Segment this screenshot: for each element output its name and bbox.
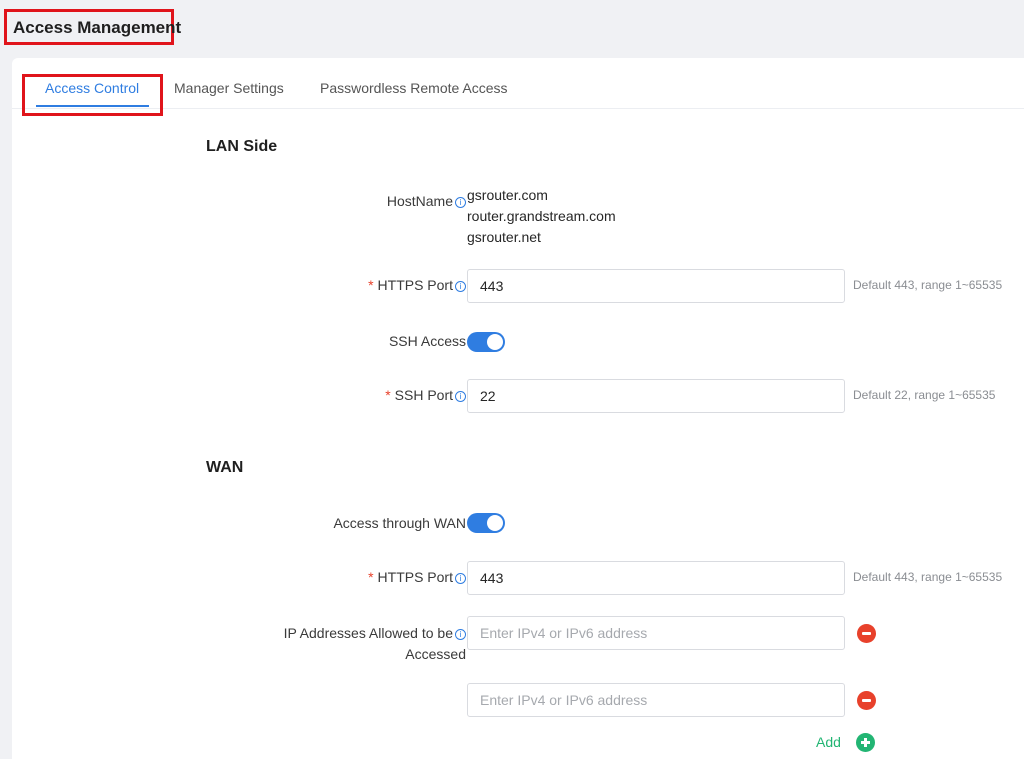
toggle-knob [487, 334, 503, 350]
wan-access-toggle[interactable] [467, 513, 505, 533]
ssh-port-input[interactable] [467, 379, 845, 413]
tab-access-control[interactable]: Access Control [45, 80, 139, 96]
hostname-value-2: router.grandstream.com [467, 208, 616, 224]
ip-allowed-label: IP Addresses Allowed to be i Accessed [226, 623, 466, 665]
lan-section-title: LAN Side [206, 138, 278, 155]
add-label: Add [816, 734, 841, 750]
toggle-knob [487, 515, 503, 531]
required-asterisk: * [368, 277, 374, 293]
minus-circle-icon[interactable] [857, 691, 876, 710]
tab-bar: Access Control Manager Settings Password… [12, 58, 1024, 116]
ip-address-input-2[interactable] [467, 683, 845, 717]
wan-https-port-input[interactable] [467, 561, 845, 595]
ssh-port-hint: Default 22, range 1~65535 [853, 388, 996, 402]
info-circle-icon[interactable]: i [455, 281, 466, 292]
page-title-text: Access Management [13, 18, 182, 37]
content-card: Access Control Manager Settings Password… [12, 58, 1024, 759]
lan-https-port-label: * HTTPS Port i [226, 275, 466, 296]
hostname-value-3: gsrouter.net [467, 229, 541, 245]
ip-allowed-label-line1: IP Addresses Allowed to be [283, 625, 453, 641]
page-title: Access Management [4, 9, 181, 45]
ssh-access-label: SSH Access [226, 331, 466, 352]
ssh-access-toggle[interactable] [467, 332, 505, 352]
required-asterisk: * [368, 569, 374, 585]
hostname-label: HostName i [226, 191, 466, 212]
lan-https-port-hint: Default 443, range 1~65535 [853, 278, 1003, 292]
lan-https-port-label-text: HTTPS Port [377, 277, 453, 293]
tab-manager-settings[interactable]: Manager Settings [174, 80, 284, 96]
tab-passwordless-remote-access[interactable]: Passwordless Remote Access [320, 80, 508, 96]
wan-access-label: Access through WAN [226, 513, 466, 534]
wan-https-port-label-text: HTTPS Port [377, 569, 453, 585]
info-circle-icon[interactable]: i [455, 629, 466, 640]
ssh-port-label: * SSH Port i [226, 385, 466, 406]
ip-allowed-label-line2: Accessed [405, 646, 466, 662]
wan-https-port-hint: Default 443, range 1~65535 [853, 570, 1003, 584]
ssh-access-label-text: SSH Access [388, 333, 466, 349]
wan-section-title: WAN [206, 459, 244, 476]
active-tab-indicator [36, 105, 149, 107]
required-asterisk: * [385, 387, 391, 403]
info-circle-icon[interactable]: i [455, 573, 466, 584]
ip-address-input-1[interactable] [467, 616, 845, 650]
plus-circle-icon [856, 733, 875, 752]
info-circle-icon[interactable]: i [455, 197, 466, 208]
ssh-port-label-text: SSH Port [394, 387, 453, 403]
minus-circle-icon[interactable] [857, 624, 876, 643]
wan-access-label-text: Access through WAN [333, 515, 466, 531]
hostname-label-text: HostName [386, 193, 453, 209]
wan-https-port-label: * HTTPS Port i [226, 567, 466, 588]
hostname-value-1: gsrouter.com [467, 187, 548, 203]
lan-https-port-input[interactable] [467, 269, 845, 303]
info-circle-icon[interactable]: i [455, 391, 466, 402]
